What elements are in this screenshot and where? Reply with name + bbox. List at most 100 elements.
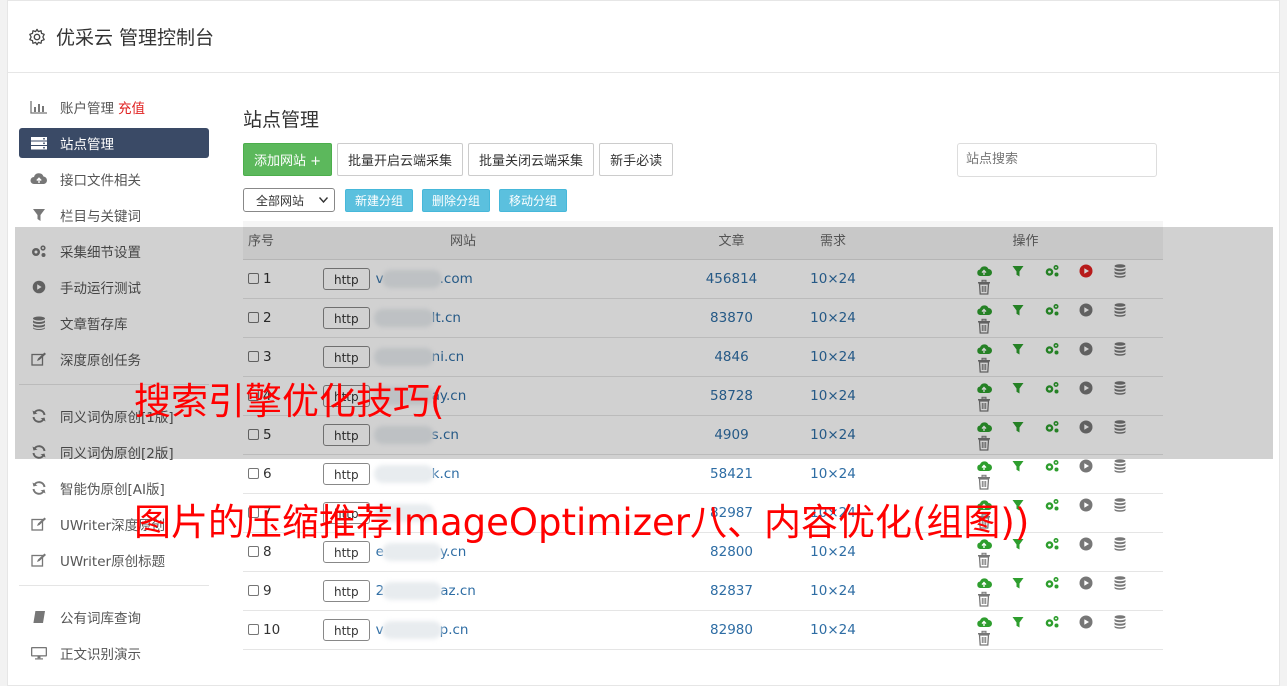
play-circle-icon[interactable] (1078, 575, 1094, 591)
watermark-line-1: 搜索引擎优化技巧( (134, 380, 445, 423)
row-no-cell: 9 (243, 571, 321, 611)
sidebar-item-label: 公有词库查询 (60, 611, 141, 627)
row-number: 6 (263, 465, 272, 482)
trash-icon[interactable] (976, 630, 992, 646)
sidebar-item[interactable]: 账户管理 充值 (19, 92, 209, 122)
group-select-value: 全部网站 (256, 193, 305, 208)
add-site-button[interactable]: 添加网站 + (243, 143, 333, 176)
recharge-link[interactable]: 充值 (118, 97, 145, 117)
row-checkbox[interactable] (248, 545, 259, 557)
play-circle-icon[interactable] (1078, 458, 1094, 474)
new-group-button[interactable]: 新建分组 (345, 188, 414, 212)
sidebar-item[interactable]: 公有词库查询 (19, 602, 209, 632)
group-select[interactable]: 全部网站 (243, 188, 335, 212)
batch-open-cloud-button[interactable]: 批量开启云端采集 (337, 143, 464, 176)
row-ops-cell (888, 610, 1163, 650)
sidebar-separator (19, 585, 209, 586)
site-link[interactable]: k.cn (373, 464, 460, 483)
row-no-cell: 10 (243, 610, 321, 650)
filter-icon (30, 208, 48, 222)
database-icon[interactable] (1112, 575, 1128, 591)
refresh-icon (30, 481, 48, 495)
chevron-down-icon (319, 197, 328, 203)
cogs-icon[interactable] (1044, 458, 1060, 474)
database-icon[interactable] (1112, 536, 1128, 552)
redacted-domain (382, 581, 443, 600)
site-suffix: p.cn (439, 621, 469, 638)
book-icon (30, 610, 48, 624)
row-articles-cell[interactable]: 58421 (685, 454, 778, 494)
row-articles-cell[interactable]: 82837 (685, 571, 778, 611)
database-icon[interactable] (1112, 614, 1128, 630)
group-bar: 全部网站 新建分组 删除分组 移动分组 (243, 188, 1165, 212)
filter-icon[interactable] (1010, 575, 1026, 591)
table-row: 10 http v p.cn 82980 10×24 (243, 610, 1163, 650)
filter-icon[interactable] (1010, 458, 1026, 474)
sidebar-item-label: 账户管理 (60, 101, 114, 117)
site-suffix: az.cn (440, 582, 476, 599)
play-circle-icon[interactable] (1078, 536, 1094, 552)
trash-icon[interactable] (976, 591, 992, 607)
cloud-upload-icon (30, 172, 48, 186)
protocol-button[interactable]: http (323, 579, 370, 602)
row-demand-cell[interactable]: 10×24 (778, 454, 888, 494)
header: 优采云 管理控制台 (8, 1, 1279, 73)
row-articles-cell[interactable]: 82980 (685, 610, 778, 650)
monitor-icon (30, 646, 48, 660)
database-icon[interactable] (1112, 497, 1128, 513)
protocol-button[interactable]: http (323, 462, 370, 485)
site-link[interactable]: v p.cn (376, 620, 469, 639)
edit-icon (30, 553, 48, 567)
sidebar-item-label: UWriter原创标题 (60, 554, 166, 570)
sidebar-item-label: 正文识别演示 (60, 647, 141, 663)
row-site-cell: http k.cn (321, 454, 685, 494)
row-ops-cell (888, 571, 1163, 611)
page-title: 站点管理 (243, 109, 320, 131)
site-suffix: k.cn (431, 465, 460, 482)
move-group-button[interactable]: 移动分组 (499, 188, 568, 212)
sidebar-item-label: 接口文件相关 (60, 173, 141, 189)
row-number: 10 (263, 621, 281, 638)
bar-chart-icon (30, 100, 48, 114)
sidebar-item[interactable]: UWriter原创标题 (19, 545, 209, 575)
table-row: 9 http 2 az.cn 82837 10×24 (243, 571, 1163, 611)
sidebar-item[interactable]: 接口文件相关 (19, 164, 209, 194)
server-icon (30, 136, 48, 150)
site-search-input[interactable] (957, 142, 1157, 177)
filter-icon[interactable] (1010, 614, 1026, 630)
row-demand-cell[interactable]: 10×24 (778, 610, 888, 650)
cloud-upload-icon[interactable] (976, 614, 992, 630)
cogs-icon[interactable] (1044, 575, 1060, 591)
sidebar-item[interactable]: 站点管理 (19, 128, 209, 158)
sidebar-item-label: 栏目与关键词 (60, 209, 141, 225)
database-icon[interactable] (1112, 458, 1128, 474)
play-circle-icon[interactable] (1078, 614, 1094, 630)
edit-icon (30, 517, 48, 531)
row-checkbox[interactable] (248, 623, 259, 635)
row-checkbox[interactable] (248, 584, 259, 596)
cogs-icon[interactable] (1044, 614, 1060, 630)
cogs-icon[interactable] (1044, 497, 1060, 513)
play-circle-icon[interactable] (1078, 497, 1094, 513)
cogs-icon[interactable] (1044, 536, 1060, 552)
newbie-guide-button[interactable]: 新手必读 (599, 143, 674, 176)
site-link[interactable]: 2 az.cn (376, 581, 476, 600)
table-row: 6 http k.cn 58421 10×24 (243, 454, 1163, 494)
cloud-upload-icon[interactable] (976, 458, 992, 474)
row-site-cell: http v p.cn (321, 610, 685, 650)
redacted-domain (381, 620, 442, 639)
sidebar-item[interactable]: 正文识别演示 (19, 638, 209, 668)
delete-group-button[interactable]: 删除分组 (422, 188, 491, 212)
row-number: 9 (263, 582, 272, 599)
watermark-line-2: 图片的压缩推荐ImageOptimizer八、内容优化(组图)) (134, 501, 1030, 544)
batch-close-cloud-button[interactable]: 批量关闭云端采集 (468, 143, 595, 176)
row-checkbox[interactable] (248, 467, 259, 479)
sidebar-item[interactable]: 栏目与关键词 (19, 200, 209, 230)
trash-icon[interactable] (976, 552, 992, 568)
redacted-domain (373, 464, 434, 483)
cloud-upload-icon[interactable] (976, 575, 992, 591)
trash-icon[interactable] (976, 474, 992, 490)
sidebar-item-label: 站点管理 (60, 137, 114, 153)
protocol-button[interactable]: http (323, 618, 370, 641)
row-demand-cell[interactable]: 10×24 (778, 571, 888, 611)
